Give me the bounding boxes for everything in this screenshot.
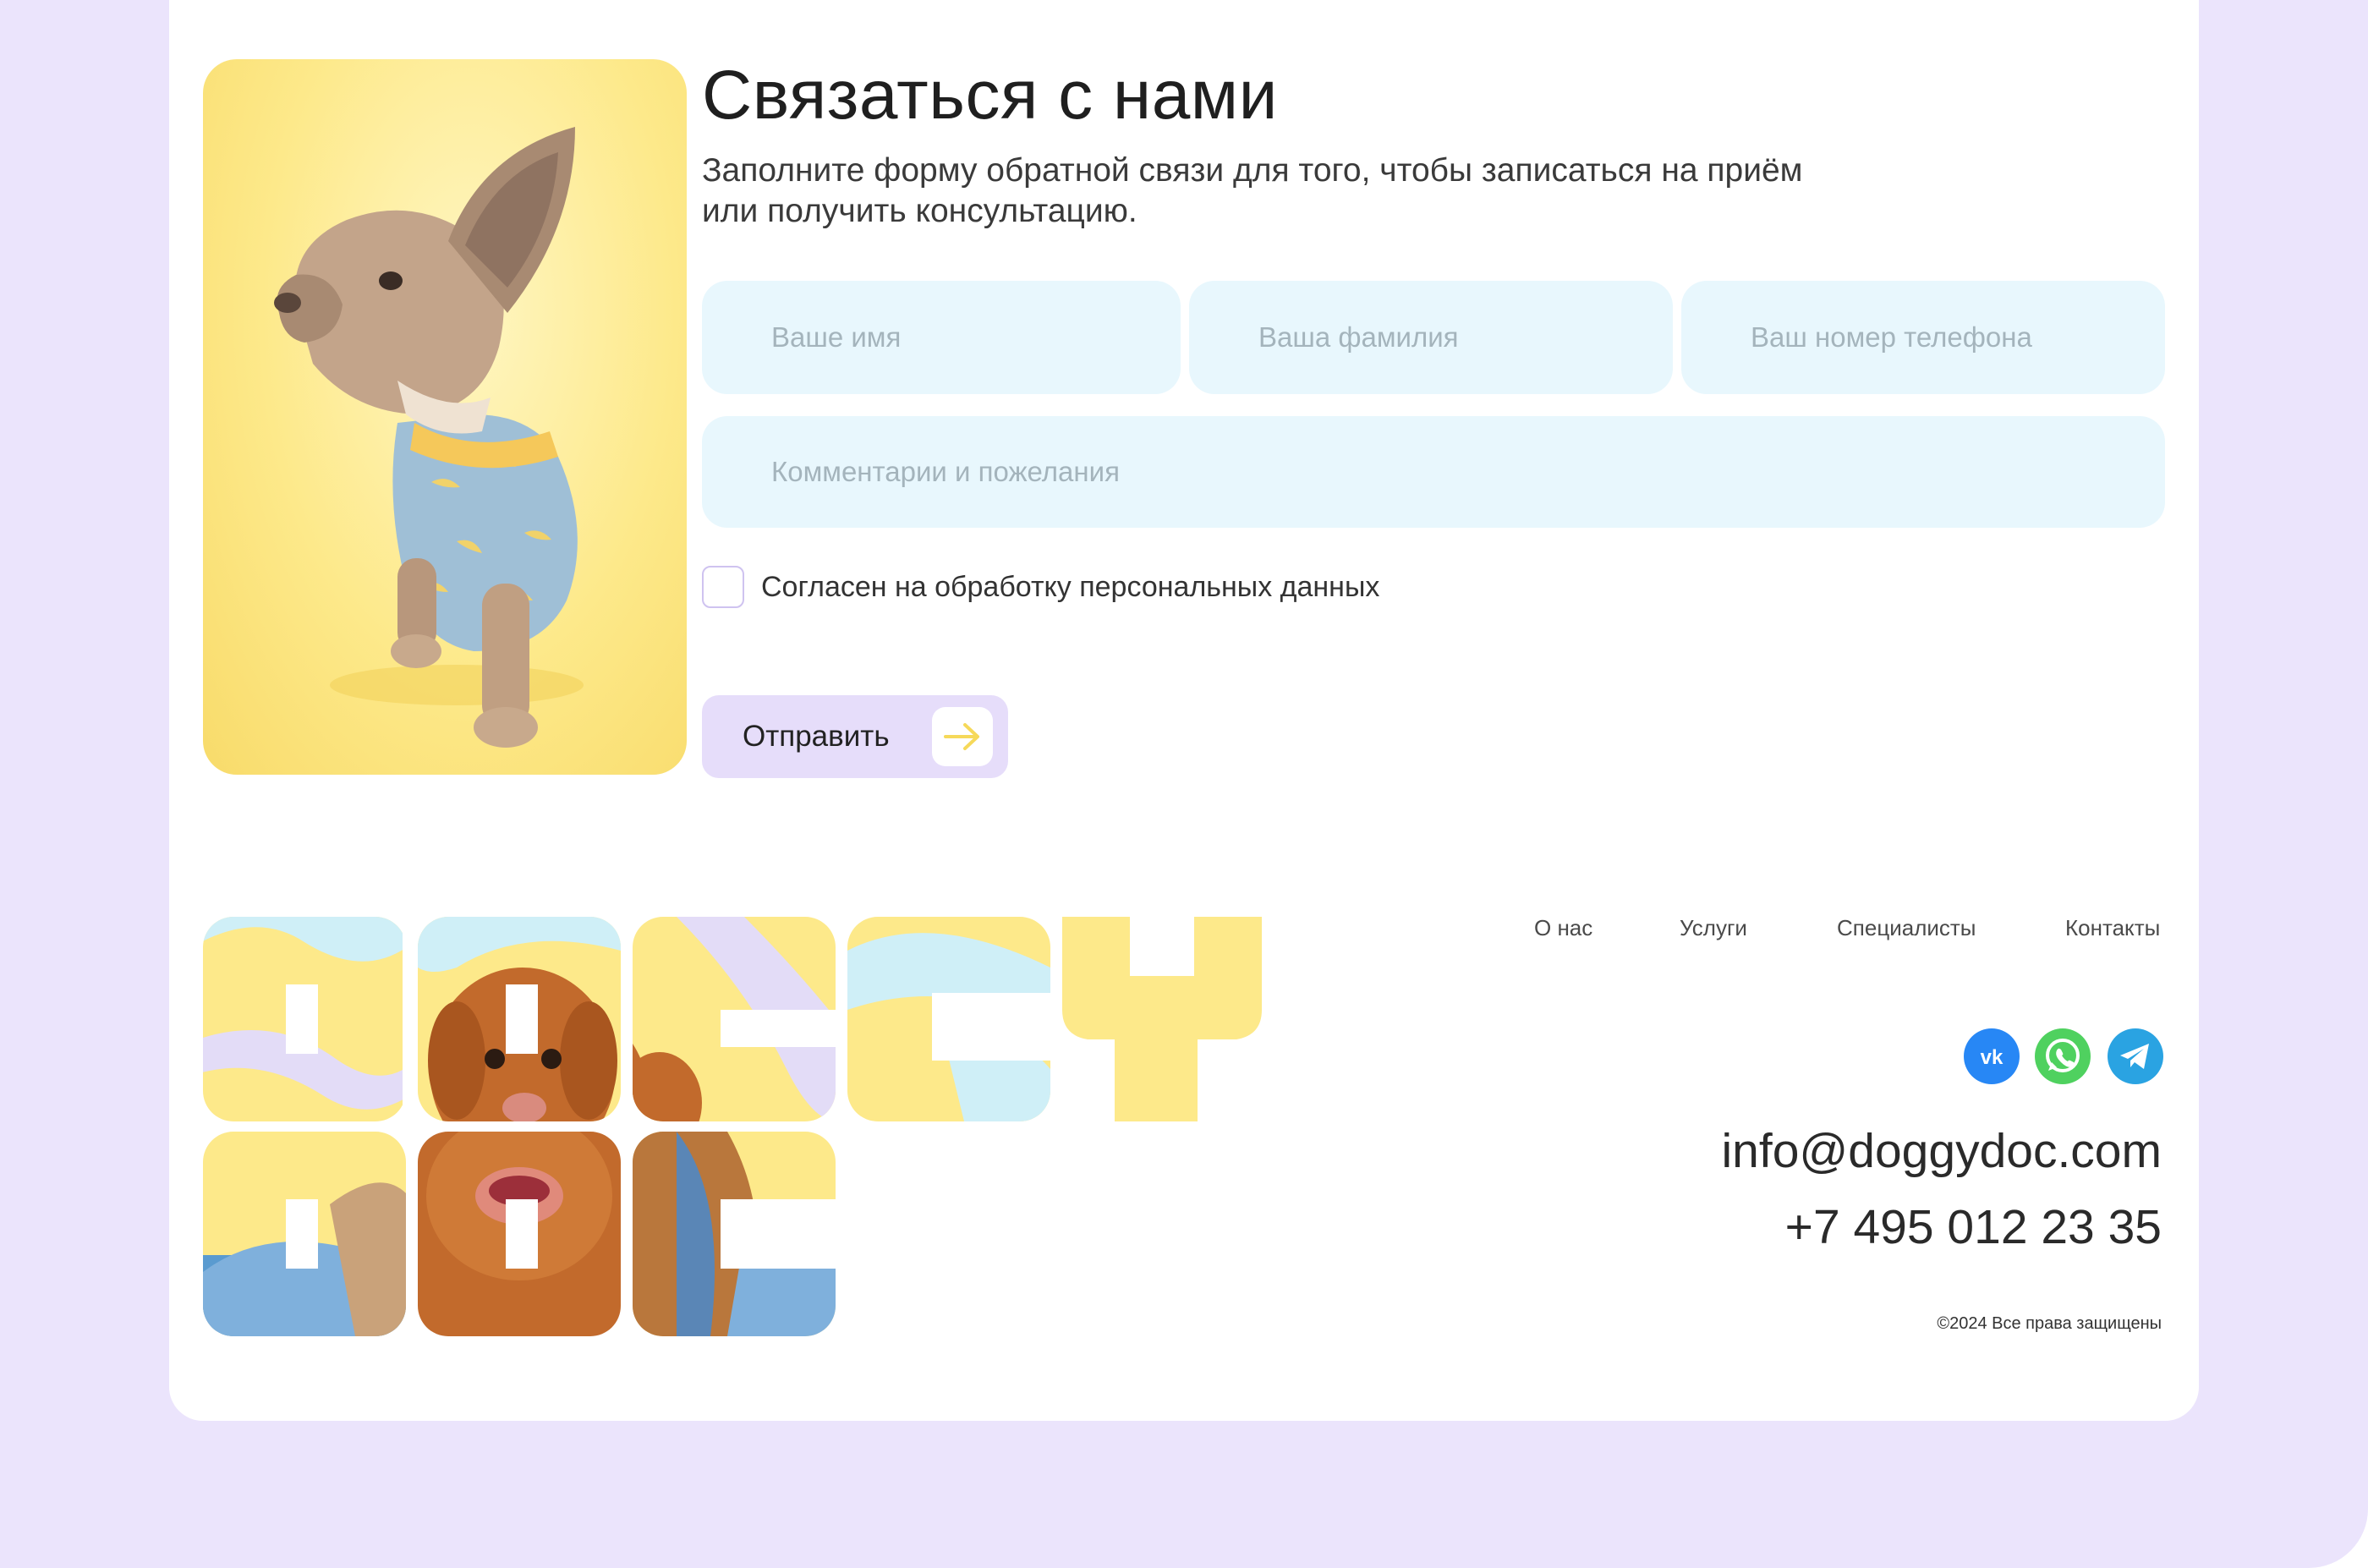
subtitle-line-2: или получить консультацию. [702, 193, 1137, 229]
last-name-input[interactable] [1189, 281, 1673, 394]
doggydoc-logo [203, 917, 1262, 1336]
contact-subtitle: Заполните форму обратной связи для того,… [702, 151, 1971, 232]
vk-icon[interactable]: vk [1964, 1028, 2020, 1084]
consent-label: Согласен на обработку персональных данны… [761, 570, 1380, 603]
first-name-input[interactable] [702, 281, 1181, 394]
whatsapp-icon[interactable] [2035, 1028, 2091, 1084]
nav-about[interactable]: О нас [1534, 915, 1592, 941]
consent-checkbox[interactable] [702, 566, 744, 608]
submit-button[interactable]: Отправить [702, 695, 1008, 778]
contact-title: Связаться с нами [702, 57, 1278, 134]
dog-photo [203, 59, 687, 775]
svg-text:vk: vk [1981, 1046, 2003, 1069]
telegram-icon[interactable] [2108, 1028, 2163, 1084]
arrow-right-icon [932, 707, 993, 766]
copyright: ©2024 Все права защищены [1937, 1314, 2162, 1333]
contact-email[interactable]: info@doggydoc.com [1722, 1123, 2162, 1179]
consent-row: Согласен на обработку персональных данны… [702, 563, 1379, 611]
submit-label: Отправить [743, 720, 890, 753]
subtitle-line-1: Заполните форму обратной связи для того,… [702, 152, 1803, 189]
nav-services[interactable]: Услуги [1680, 915, 1747, 941]
comment-input[interactable] [702, 416, 2165, 528]
nav-specialists[interactable]: Специалисты [1837, 915, 1976, 941]
nav-contacts[interactable]: Контакты [2065, 915, 2160, 941]
phone-input[interactable] [1681, 281, 2165, 394]
contact-phone[interactable]: +7 495 012 23 35 [1785, 1199, 2162, 1255]
